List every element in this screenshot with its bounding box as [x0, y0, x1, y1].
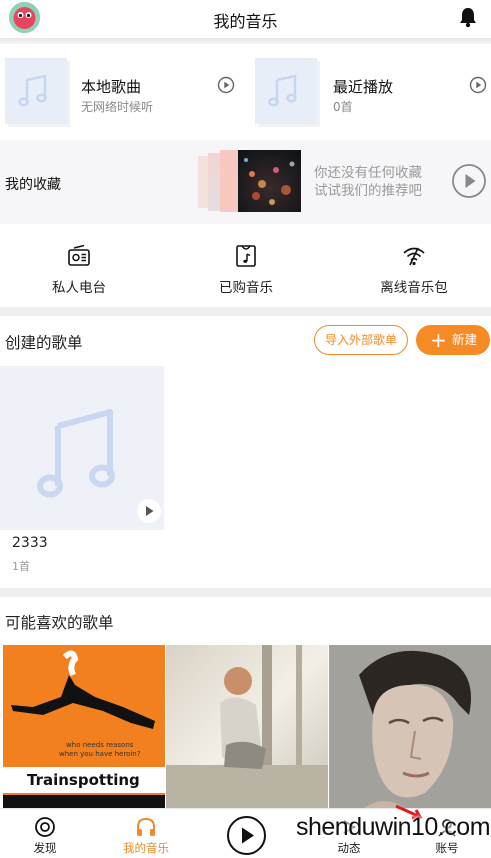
play-circle-icon[interactable]: [469, 76, 487, 94]
play-circle-icon[interactable]: [451, 163, 487, 199]
favorites-empty-hint: 你还没有任何收藏 试试我们的推荐吧: [314, 164, 422, 200]
playlist-count: 1首: [12, 560, 30, 573]
discover-icon: [35, 817, 55, 837]
recent-played-thumbnail: [255, 58, 317, 124]
plus-icon: +: [430, 328, 447, 352]
offline-package-button[interactable]: 离线音乐包: [349, 236, 479, 298]
new-playlist-button[interactable]: + 新建: [416, 325, 490, 355]
portrait-cover-art: [329, 645, 491, 811]
tab-discover[interactable]: 发现: [0, 809, 90, 858]
favorites-hint-line1: 你还没有任何收藏: [314, 165, 422, 181]
local-songs-subtitle: 无网络时候听: [81, 100, 154, 114]
recommended-playlist-cover-3[interactable]: [329, 645, 491, 811]
recent-played-title: 最近播放: [333, 78, 394, 96]
page-title: 我的音乐: [213, 12, 278, 31]
section-divider: [0, 588, 491, 597]
playlist-play-button[interactable]: [137, 499, 161, 523]
local-songs-thumbnail: [5, 58, 67, 124]
favorites-row[interactable]: 我的收藏 你还没有任何收藏 试试我们的推荐吧: [0, 140, 491, 224]
recommended-playlists-title: 可能喜欢的歌单: [5, 614, 114, 632]
recommended-playlist-cover-1[interactable]: who needs reasons when you have heroin? …: [3, 645, 165, 811]
top-bar: 我的音乐: [0, 0, 491, 38]
tab-my-music-label: 我的音乐: [123, 841, 169, 855]
watermark-text: shenduwin10.com: [296, 813, 491, 841]
new-playlist-label: 新建: [452, 332, 478, 347]
music-note-icon: [18, 74, 47, 107]
header-divider: [0, 38, 491, 44]
offline-package-label: 离线音乐包: [380, 280, 448, 296]
play-circle-icon[interactable]: [217, 76, 235, 94]
private-radio-button[interactable]: 私人电台: [14, 236, 144, 298]
tab-my-music[interactable]: 我的音乐: [101, 809, 191, 858]
purchased-music-icon: [236, 245, 256, 267]
tab-account-label: 账号: [435, 841, 459, 855]
headphones-icon: [137, 817, 155, 836]
private-radio-label: 私人电台: [52, 280, 106, 296]
import-playlist-button[interactable]: 导入外部歌单: [314, 325, 408, 355]
window-girl-cover-art: [166, 645, 328, 811]
favorites-hint-line2: 试试我们的推荐吧: [314, 183, 422, 199]
recent-played-subtitle: 0首: [333, 100, 353, 114]
favorites-cover-stack: [198, 150, 301, 212]
favorites-label: 我的收藏: [5, 177, 61, 193]
play-icon: [146, 506, 154, 516]
purchased-music-label: 已购音乐: [219, 280, 273, 296]
local-songs-entry[interactable]: 本地歌曲 无网络时候听: [5, 58, 245, 128]
recommended-playlist-cover-2[interactable]: [166, 645, 328, 811]
local-songs-title: 本地歌曲: [81, 78, 142, 96]
play-circle-icon: [227, 816, 266, 855]
section-divider: [0, 307, 491, 316]
tab-discover-label: 发现: [33, 841, 57, 855]
purchased-music-button[interactable]: 已购音乐: [181, 236, 311, 298]
recent-played-entry[interactable]: 最近播放 0首: [255, 58, 491, 128]
playlist-name: 2333: [12, 535, 48, 551]
bell-icon[interactable]: [457, 6, 479, 28]
now-playing-button[interactable]: [226, 815, 267, 856]
cover-tagline: who needs reasons when you have heroin?: [59, 741, 141, 758]
music-note-icon: [268, 74, 297, 107]
cover-title: Trainspotting: [27, 771, 140, 789]
tab-feed-label: 动态: [337, 841, 361, 855]
radio-icon: [68, 244, 90, 266]
created-playlists-title: 创建的歌单: [5, 334, 83, 352]
offline-wifi-icon: [403, 247, 425, 266]
